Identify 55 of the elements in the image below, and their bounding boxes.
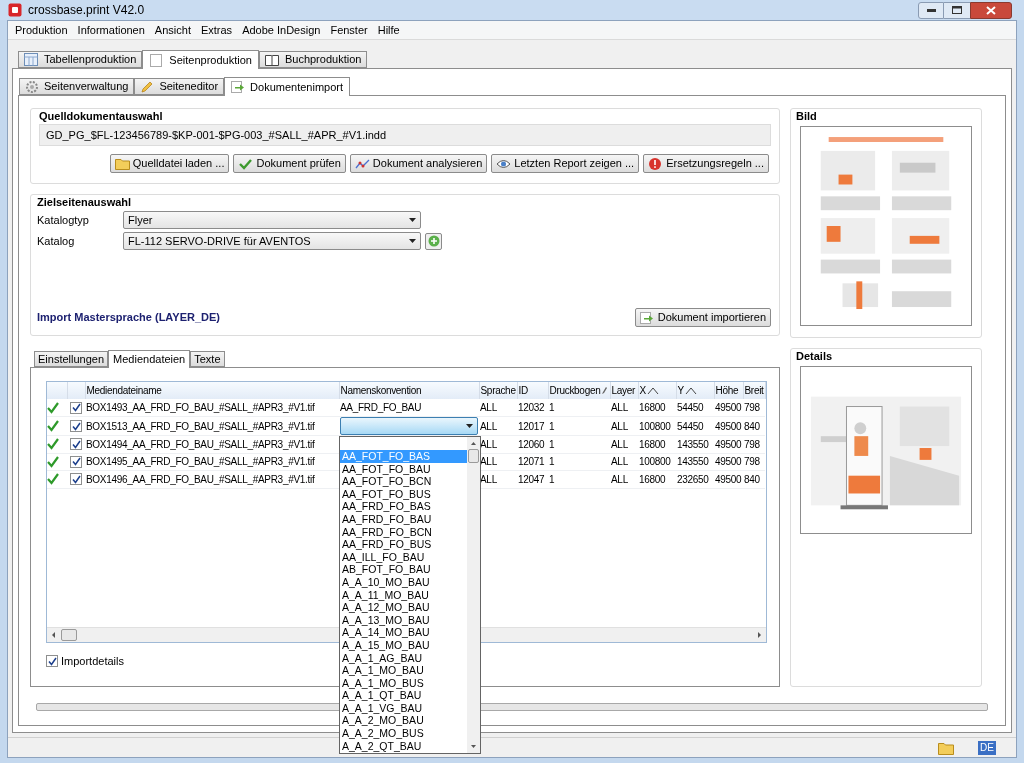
table-cell: 49500	[715, 473, 742, 485]
table-cell: BOX1494_AA_FRD_FO_BAU_#SALL_#APR3_#V1.tif	[86, 438, 315, 450]
table-cell: 49500	[715, 438, 742, 450]
group-title: Details	[796, 349, 834, 362]
checkbox-label: Importdetails	[61, 654, 124, 669]
table-cell: 54450	[677, 402, 704, 413]
master-language-label: Import Mastersprache (LAYER_DE)	[37, 310, 220, 326]
table-cell: BOX1495_AA_FRD_FO_BAU_#SALL_#APR3_#V1.tif	[86, 456, 315, 468]
table-cell: 232650	[677, 473, 709, 485]
table-cell: 16800	[639, 473, 666, 485]
table-cell: 1	[549, 420, 555, 432]
table-cell: 12032	[518, 402, 545, 413]
table-cell: ALL	[611, 473, 628, 485]
table-cell: ALL	[480, 473, 497, 485]
table-cell: 1	[549, 438, 555, 450]
table-cell: 54450	[677, 420, 704, 432]
table-cell: ALL	[480, 420, 497, 432]
table-cell: ALL	[480, 402, 497, 413]
table-cell: AA_FRD_FO_BAU	[340, 402, 422, 413]
table-cell: 798	[744, 438, 760, 450]
table-cell: ALL	[611, 456, 628, 468]
table-cell: 798	[744, 402, 760, 413]
group-title: Zielseitenauswahl	[37, 195, 133, 208]
table-cell: 100800	[639, 420, 671, 432]
field-label: Katalogtyp	[37, 212, 90, 228]
table-cell: 798	[744, 456, 760, 468]
table-cell: 1	[549, 402, 555, 413]
table-cell: 1	[549, 456, 555, 468]
table-cell: BOX1513_AA_FRD_FO_BAU_#SALL_#APR3_#V1.tif	[86, 420, 315, 432]
table-cell: 12047	[518, 473, 545, 485]
table-cell: 840	[744, 473, 760, 485]
table-cell: ALL	[611, 438, 628, 450]
group-title: Quelldokumentauswahl	[39, 109, 164, 122]
table-cell: 49500	[715, 456, 742, 468]
table-cell: ALL	[480, 438, 497, 450]
window-title: crossbase.print V42.0	[28, 2, 145, 19]
group-title: Bild	[796, 109, 818, 122]
table-cell: ALL	[611, 420, 628, 432]
table-cell: 1	[549, 473, 555, 485]
table-cell: 143550	[677, 438, 709, 450]
table-cell: 143550	[677, 456, 709, 468]
table-cell: 49500	[715, 402, 742, 413]
table-cell: 49500	[715, 420, 742, 432]
table-cell: ALL	[480, 456, 497, 468]
table-cell: 12060	[518, 438, 545, 450]
table-cell: BOX1496_AA_FRD_FO_BAU_#SALL_#APR3_#V1.tif	[86, 473, 315, 485]
table-cell: ALL	[611, 402, 628, 413]
table-cell: 100800	[639, 456, 671, 468]
table-cell: 16800	[639, 402, 666, 413]
field-label: Katalog	[37, 233, 76, 249]
table-cell: 12017	[518, 420, 545, 432]
table-cell: 12071	[518, 456, 545, 468]
table-cell: 840	[744, 420, 760, 432]
table-cell: BOX1493_AA_FRD_FO_BAU_#SALL_#APR3_#V1.tif	[86, 402, 315, 413]
table-cell: 16800	[639, 438, 666, 450]
